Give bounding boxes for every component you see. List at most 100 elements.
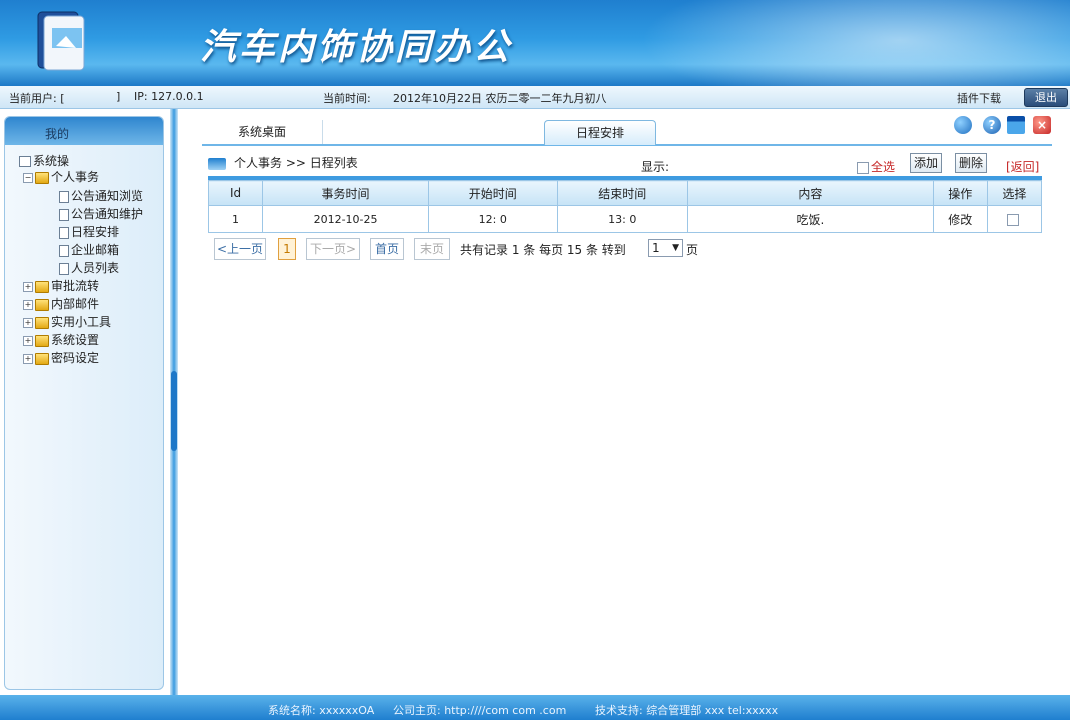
select-all-label: 全选	[871, 160, 896, 174]
row-checkbox[interactable]	[1007, 213, 1020, 226]
prev-page-button[interactable]: <上一页	[214, 238, 266, 260]
folder-nav-icon	[208, 157, 226, 170]
plugin-download-link[interactable]: 插件下载	[957, 90, 1001, 106]
tree-item-notice-maintain[interactable]: 公告通知维护	[59, 206, 143, 222]
folder-icon	[35, 352, 49, 365]
footer-homepage[interactable]: 公司主页: http:////com com .com	[393, 702, 566, 718]
tree-group-label: 内部邮件	[51, 297, 100, 311]
expand-icon[interactable]: +	[23, 317, 33, 328]
goto-page-select[interactable]: 1 ▼	[648, 239, 683, 257]
app-logo-icon	[37, 11, 85, 71]
select-all-checkbox[interactable]	[857, 161, 869, 174]
close-icon[interactable]: ×	[1033, 116, 1051, 134]
tab-schedule[interactable]: 日程安排	[544, 120, 656, 145]
expand-icon[interactable]: +	[23, 299, 33, 310]
app-title: 汽车内饰协同办公	[200, 27, 513, 68]
page-icon	[59, 226, 69, 239]
first-page-button[interactable]: 首页	[370, 238, 404, 260]
ip-address: IP: 127.0.0.1	[134, 90, 204, 103]
tree-group-label: 个人事务	[51, 170, 100, 184]
tree-group-label: 系统设置	[51, 333, 100, 347]
expand-icon[interactable]: +	[23, 335, 33, 346]
refresh-icon[interactable]	[954, 116, 972, 134]
tree-group-approval[interactable]: + 审批流转	[23, 278, 99, 294]
folder-open-icon	[35, 171, 49, 184]
next-page-button[interactable]: 下一页>	[306, 238, 360, 260]
tree-group-settings[interactable]: + 系统设置	[23, 332, 99, 348]
current-time-value: 2012年10月22日 农历二零一二年九月初八	[393, 92, 607, 105]
page-icon	[59, 244, 69, 257]
logout-button[interactable]: 退出	[1024, 88, 1068, 107]
current-time-label: 当前时间:	[323, 92, 371, 105]
tree-group-label: 审批流转	[51, 279, 100, 293]
sidebar-header: 我的	[5, 117, 163, 145]
back-link[interactable]: [返回]	[1006, 158, 1039, 175]
tree-group-tools[interactable]: + 实用小工具	[23, 314, 111, 330]
goto-page-value: 1	[652, 241, 660, 255]
delete-button[interactable]: 删除	[955, 153, 988, 173]
page-icon	[59, 190, 69, 203]
splitter-handle[interactable]	[171, 371, 177, 451]
footer-system: 系统名称: xxxxxxOA	[268, 704, 375, 717]
col-end[interactable]: 结束时间	[556, 180, 688, 206]
sidebar: 我的 系统操 − 个人事务 公告通知浏览 公告通知维护 日程安排 企业邮箱 人员列…	[4, 116, 164, 690]
banner-glow	[640, 0, 1070, 86]
tree-item-label: 公告通知浏览	[71, 189, 144, 203]
table-row[interactable]: 1 2012-10-25 12: 0 13: 0 吃饭. 修改	[207, 205, 1043, 233]
edit-link[interactable]: 修改	[932, 205, 988, 233]
dropdown-arrow-icon: ▼	[672, 243, 679, 253]
tree-group-personal[interactable]: − 个人事务	[23, 169, 99, 185]
tree-item-mailbox[interactable]: 企业邮箱	[59, 242, 119, 258]
cell-start: 12: 0	[428, 205, 558, 233]
tree-item-label: 公告通知维护	[71, 207, 144, 221]
window-icon[interactable]	[1007, 116, 1025, 134]
collapse-icon[interactable]: −	[23, 172, 33, 183]
help-icon[interactable]: ?	[983, 116, 1001, 134]
breadcrumb: 个人事务 >> 日程列表	[208, 154, 358, 174]
select-all[interactable]: 全选	[857, 158, 895, 175]
col-select[interactable]: 选择	[986, 180, 1043, 206]
cell-select	[986, 205, 1043, 233]
current-page[interactable]: 1	[278, 238, 296, 260]
cell-content: 吃饭.	[686, 205, 934, 233]
tree-item-label: 企业邮箱	[71, 243, 120, 257]
footer: 系统名称: xxxxxxOA 公司主页: http:////com com .c…	[0, 695, 1070, 720]
col-start[interactable]: 开始时间	[428, 180, 558, 206]
pager-summary: 共有记录 1 条 每页 15 条 转到	[460, 243, 626, 257]
col-content[interactable]: 内容	[686, 180, 934, 206]
status-bar: 当前用户: [ ] IP: 127.0.0.1 当前时间: 2012年10月22…	[0, 86, 1070, 109]
col-date[interactable]: 事务时间	[262, 180, 430, 206]
tree-item-notice-browse[interactable]: 公告通知浏览	[59, 188, 143, 204]
add-button[interactable]: 添加	[910, 153, 943, 173]
current-user-value: ]	[116, 90, 121, 103]
sidebar-title: 我的	[45, 127, 70, 141]
cell-id: 1	[207, 205, 264, 233]
tree-root[interactable]: 系统操	[19, 153, 69, 169]
tree-item-label: 日程安排	[71, 225, 120, 239]
app-banner: 汽车内饰协同办公	[0, 0, 1070, 86]
col-action[interactable]: 操作	[932, 180, 988, 206]
col-id[interactable]: Id	[207, 180, 264, 206]
tab-bar: 系统桌面 日程安排	[202, 116, 1052, 146]
page-icon	[59, 208, 69, 221]
tree-item-schedule[interactable]: 日程安排	[59, 224, 119, 240]
expand-icon[interactable]: +	[23, 281, 33, 292]
schedule-table: Id 事务时间 开始时间 结束时间 内容 操作 选择 1 2012-10-25 …	[207, 180, 1043, 233]
tab-system-desktop[interactable]: 系统桌面	[202, 120, 323, 144]
expand-icon[interactable]: +	[23, 353, 33, 364]
current-user-label: 当前用户: [	[9, 92, 65, 105]
sidebar-splitter[interactable]	[170, 109, 178, 695]
folder-icon	[35, 334, 49, 347]
tree-group-password[interactable]: + 密码设定	[23, 350, 99, 366]
folder-icon	[35, 316, 49, 329]
last-page-button[interactable]: 末页	[414, 238, 450, 260]
footer-support: 技术支持: 综合管理部 xxx tel:xxxxx	[595, 704, 779, 717]
tree-group-label: 实用小工具	[51, 315, 112, 329]
breadcrumb-text: 个人事务 >> 日程列表	[234, 156, 358, 170]
tree-item-staff-list[interactable]: 人员列表	[59, 260, 119, 276]
folder-icon	[35, 280, 49, 293]
page-suffix: 页	[686, 243, 699, 257]
tree-group-internal-mail[interactable]: + 内部邮件	[23, 296, 99, 312]
tree-group-label: 密码设定	[51, 351, 100, 365]
tree-item-label: 人员列表	[71, 261, 120, 275]
